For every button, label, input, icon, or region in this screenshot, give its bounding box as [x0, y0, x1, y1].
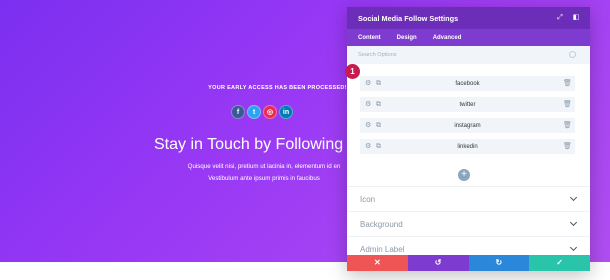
social-icons-row: f t ◎ in: [231, 105, 293, 119]
modal-header: Social Media Follow Settings ⤢ ◧: [347, 7, 590, 29]
linkedin-icon[interactable]: in: [279, 105, 293, 119]
save-button[interactable]: ✓: [529, 255, 590, 271]
section-label: Background: [360, 219, 403, 229]
modal-tabs: Content Design Advanced: [347, 29, 590, 46]
item-label: linkedin: [457, 143, 478, 150]
gear-icon[interactable]: ⚙: [365, 122, 372, 129]
instagram-icon[interactable]: ◎: [263, 105, 277, 119]
chevron-down-icon: [569, 193, 578, 202]
duplicate-icon[interactable]: ⧉: [376, 122, 383, 129]
gear-icon[interactable]: ⚙: [365, 143, 372, 150]
cancel-button[interactable]: ✕: [347, 255, 408, 271]
tab-advanced[interactable]: Advanced: [433, 35, 462, 41]
chevron-down-icon: [569, 243, 578, 252]
search-icon: [569, 51, 576, 58]
twitter-icon[interactable]: t: [247, 105, 261, 119]
list-item[interactable]: ⚙ ⧉ linkedin 🗑: [360, 139, 575, 154]
modal-title: Social Media Follow Settings: [358, 13, 459, 23]
undo-button[interactable]: ↺: [407, 255, 469, 271]
page-headline: Stay in Touch by Following: [154, 136, 344, 153]
trash-icon[interactable]: 🗑: [563, 143, 572, 150]
search-placeholder: Search Options: [358, 52, 397, 58]
section-label: Icon: [360, 194, 376, 204]
trash-icon[interactable]: 🗑: [563, 122, 572, 129]
sidebar-toggle-icon[interactable]: ◧: [571, 13, 581, 23]
tab-design[interactable]: Design: [397, 35, 417, 41]
body-text: Quisque velit nisi, pretium ut lacinia i…: [164, 161, 364, 185]
section-icon[interactable]: Icon: [347, 186, 590, 211]
redo-button[interactable]: ↻: [468, 255, 530, 271]
item-label: instagram: [454, 122, 481, 129]
duplicate-icon[interactable]: ⧉: [376, 101, 383, 108]
trash-icon[interactable]: 🗑: [563, 80, 572, 87]
chevron-down-icon: [569, 218, 578, 227]
duplicate-icon[interactable]: ⧉: [376, 143, 383, 150]
facebook-icon[interactable]: f: [231, 105, 245, 119]
item-label: facebook: [455, 80, 480, 87]
trash-icon[interactable]: 🗑: [563, 101, 572, 108]
step-marker: 1: [345, 64, 360, 79]
settings-modal: Social Media Follow Settings ⤢ ◧ Content…: [347, 7, 590, 271]
search-options-input[interactable]: Search Options: [347, 46, 590, 64]
item-label: twitter: [459, 101, 476, 108]
section-label: Admin Label: [360, 244, 405, 254]
duplicate-icon[interactable]: ⧉: [376, 80, 383, 87]
gear-icon[interactable]: ⚙: [365, 80, 372, 87]
social-items-list: ⚙ ⧉ facebook 🗑 ⚙ ⧉ twitter 🗑 ⚙ ⧉ instagr…: [360, 76, 575, 160]
body-line: Vestibulum ante ipsum primis in faucibus: [208, 175, 320, 182]
list-item[interactable]: ⚙ ⧉ instagram 🗑: [360, 118, 575, 133]
body-line: Quisque velit nisi, pretium ut lacinia i…: [187, 163, 341, 170]
modal-footer: ✕ ↺ ↻ ✓: [347, 255, 590, 271]
add-item-button[interactable]: +: [458, 169, 470, 181]
gear-icon[interactable]: ⚙: [365, 101, 372, 108]
list-item[interactable]: ⚙ ⧉ twitter 🗑: [360, 97, 575, 112]
expand-icon[interactable]: ⤢: [555, 13, 565, 23]
section-background[interactable]: Background: [347, 211, 590, 236]
list-item[interactable]: ⚙ ⧉ facebook 🗑: [360, 76, 575, 91]
tab-content[interactable]: Content: [358, 35, 381, 41]
